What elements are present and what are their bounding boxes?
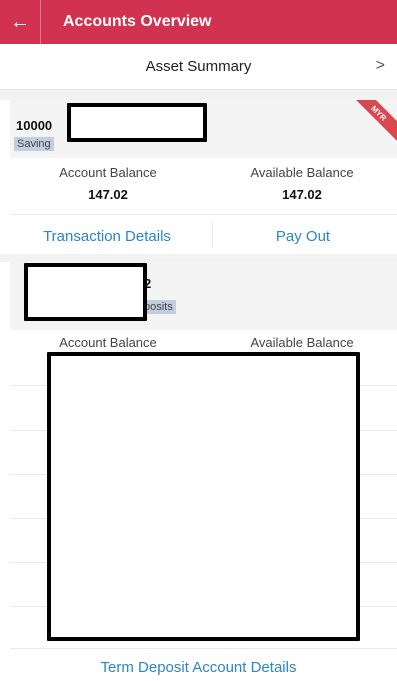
back-arrow-icon[interactable]: ←	[0, 0, 40, 44]
redaction-box	[67, 103, 207, 142]
app-header: ← Accounts Overview	[0, 0, 397, 44]
account-balance-col: Account Balance	[9, 165, 207, 180]
asset-summary-title: Asset Summary	[145, 58, 252, 75]
currency-badge: MYR	[347, 100, 397, 145]
page-title: Accounts Overview	[63, 13, 212, 30]
available-balance-value: 147.02	[282, 187, 322, 202]
account-balance-label: Account Balance	[59, 165, 157, 180]
section-spacer	[0, 254, 397, 262]
available-balance-label: Available Balance	[250, 165, 354, 180]
account-balance-value: 147.02	[88, 187, 128, 202]
chevron-right-icon: >	[375, 57, 385, 74]
term-deposit-details-link[interactable]: Term Deposit Account Details	[0, 659, 397, 676]
pay-out-link[interactable]: Pay Out	[204, 228, 397, 245]
asset-summary-row[interactable]: Asset Summary >	[0, 44, 397, 90]
available-balance-value-wrap: 147.02	[203, 187, 397, 202]
available-balance-label-2: Available Balance	[250, 335, 354, 350]
row-divider	[10, 214, 397, 215]
account-balance-col-2: Account Balance	[9, 335, 207, 350]
available-balance-col-2: Available Balance	[203, 335, 397, 350]
row-divider	[10, 648, 397, 649]
account-balance-label-2: Account Balance	[59, 335, 157, 350]
redaction-box	[47, 352, 360, 641]
section-spacer	[0, 90, 397, 100]
redaction-box	[24, 263, 147, 321]
account-type-label: Saving	[14, 137, 54, 151]
account-balance-value-wrap: 147.02	[9, 187, 207, 202]
header-divider	[40, 0, 41, 44]
account-number: 10000	[16, 118, 53, 133]
available-balance-col: Available Balance	[203, 165, 397, 180]
transaction-details-link[interactable]: Transaction Details	[8, 228, 206, 245]
